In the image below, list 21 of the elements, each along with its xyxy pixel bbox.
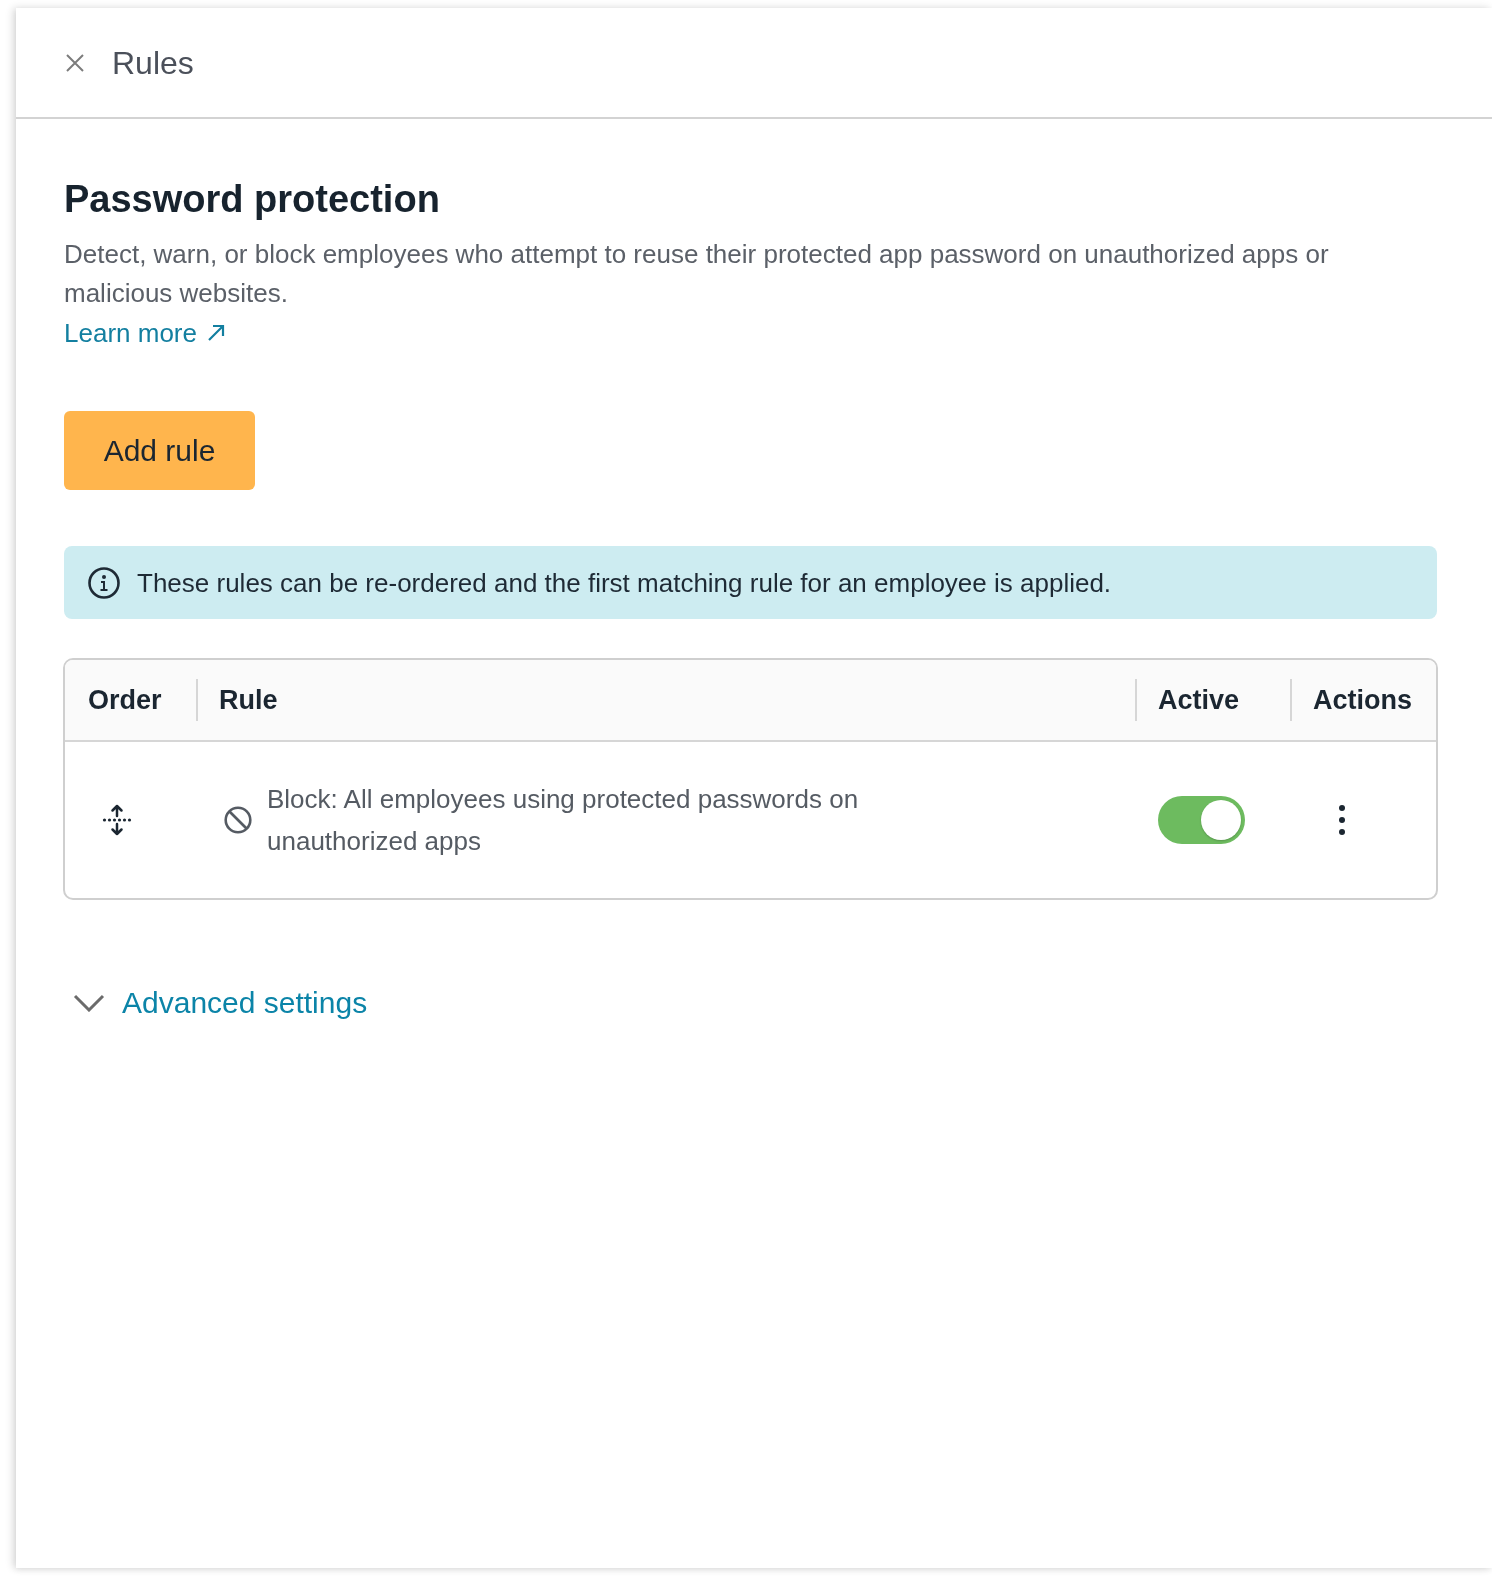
- diagonal-arrow-icon: [206, 324, 225, 342]
- toggle-switch[interactable]: [1158, 796, 1245, 844]
- more-icon: [1339, 805, 1345, 835]
- column-header: Active: [1158, 684, 1240, 717]
- column-header: Actions: [1313, 684, 1412, 717]
- add-rule-button[interactable]: Add rule: [64, 411, 255, 490]
- advanced-settings-toggle[interactable]: Advanced settings: [73, 983, 368, 1023]
- close-icon: [66, 53, 84, 72]
- panel-title: Rules: [112, 43, 194, 83]
- block-icon: [224, 806, 252, 834]
- more-button[interactable]: [1339, 805, 1345, 835]
- close-button[interactable]: [66, 53, 84, 72]
- drag-handle-icon[interactable]: [102, 803, 132, 837]
- rule-text: Block: All employees using protected passwords on unauthorized apps: [267, 783, 860, 858]
- info-icon: [88, 566, 120, 599]
- column-header: Order: [88, 684, 162, 717]
- column-header: Rule: [219, 684, 278, 717]
- section-description: Detect, warn, or block employees who attempt to reuse their protected app password on unauthorized apps or malicious websites.: [64, 238, 1330, 310]
- learn-more-link[interactable]: Learn more: [64, 313, 225, 353]
- section-heading: Password protection: [64, 177, 441, 222]
- banner-text: These rules can be re-ordered and the first matching rule for an employee is applied.: [137, 566, 1112, 600]
